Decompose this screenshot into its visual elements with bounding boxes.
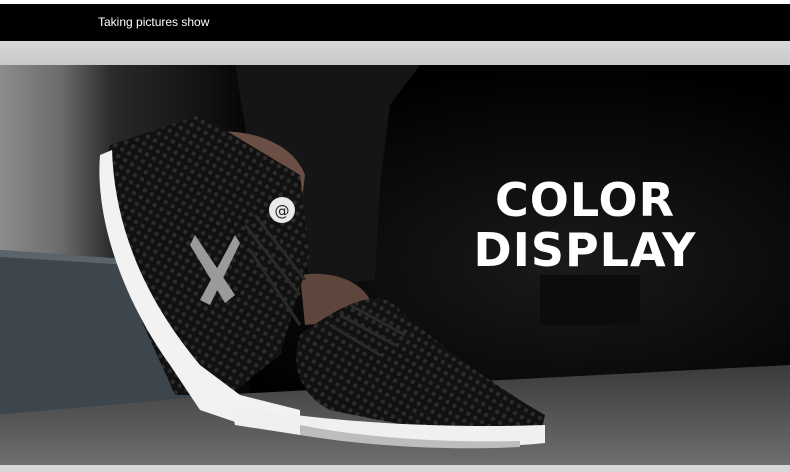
header-title: Taking pictures show: [98, 15, 210, 29]
svg-text:@: @: [275, 202, 290, 220]
bottom-strip: [0, 465, 790, 472]
hero-banner: @ COLOR DISPLAY: [0, 65, 790, 465]
divider-band: [0, 41, 790, 65]
header-bar: Taking pictures show: [0, 4, 790, 41]
headline-line-1: COLOR: [494, 173, 676, 227]
hero-headline: COLOR DISPLAY: [440, 175, 730, 275]
headline-line-2: DISPLAY: [473, 223, 697, 277]
